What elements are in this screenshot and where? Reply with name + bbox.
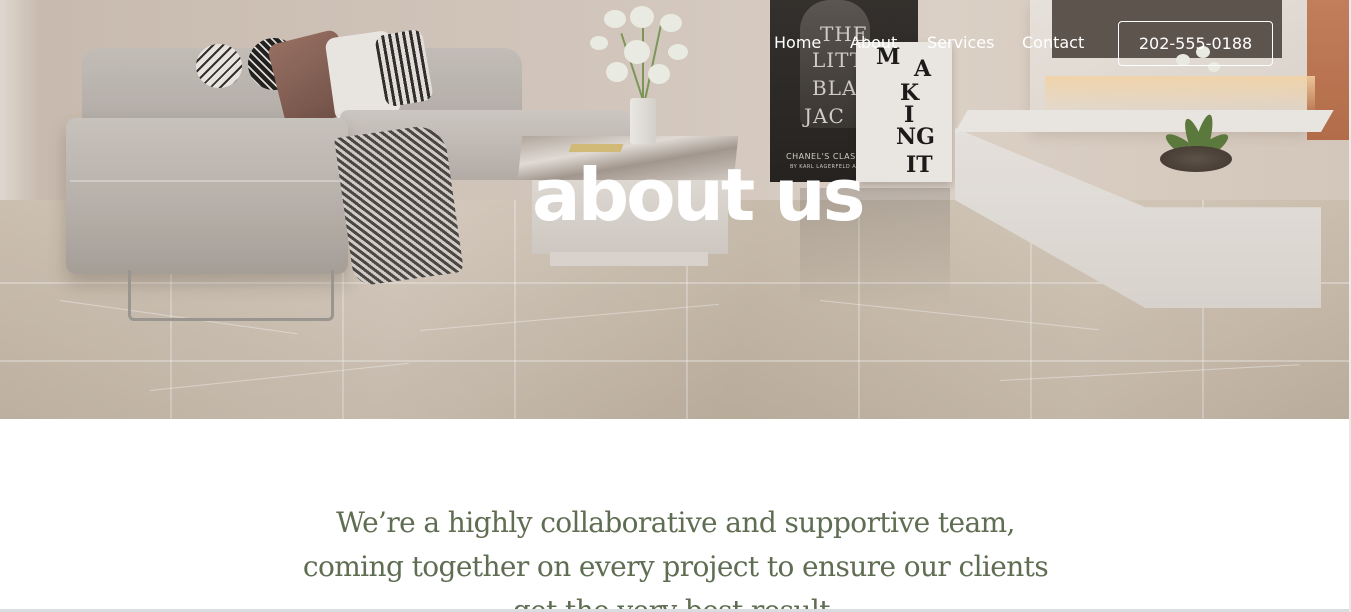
nav-link-about[interactable]: About xyxy=(850,33,897,53)
intro-section: We’re a highly collaborative and support… xyxy=(0,419,1351,612)
page-title: about us xyxy=(532,153,865,237)
nav-link-services[interactable]: Services xyxy=(927,33,994,53)
phone-button[interactable]: 202-555-0188 xyxy=(1118,21,1273,66)
nav-link-contact[interactable]: Contact xyxy=(1022,33,1084,53)
nav-link-home[interactable]: Home xyxy=(774,33,821,53)
main-nav: Home About Services Contact 202-555-0188 xyxy=(0,0,1351,90)
intro-text: We’re a highly collaborative and support… xyxy=(302,506,1049,612)
